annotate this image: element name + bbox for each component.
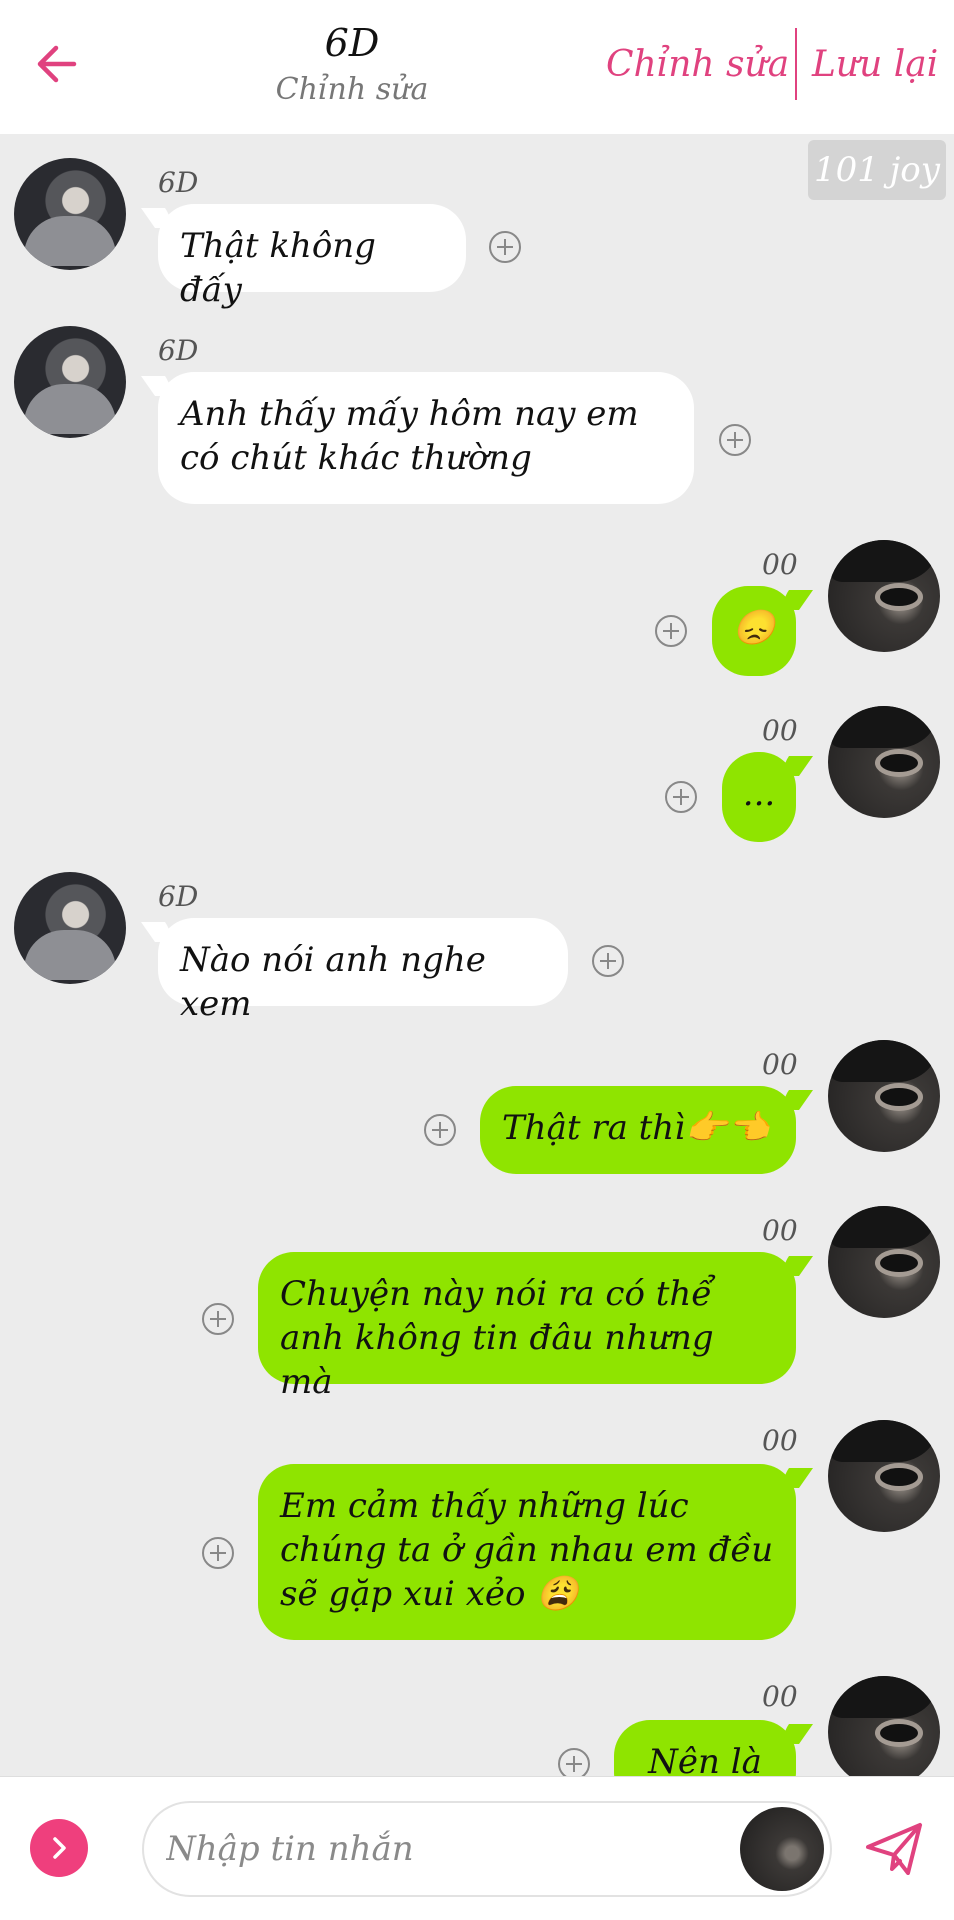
page-title: 6D [324,21,380,65]
message-bubble[interactable]: Thật không đấy [158,204,466,310]
save-button[interactable]: Lưu lại [812,40,938,90]
message-input[interactable] [166,1817,726,1881]
avatar[interactable] [828,1420,940,1532]
message-bubble[interactable]: Nào nói anh nghe xem [158,918,568,1024]
plus-circle-icon[interactable] [655,615,687,647]
sender-name: 00 [762,714,798,747]
avatar[interactable] [14,326,126,438]
message-bubble[interactable]: Em cảm thấy những lúc chúng ta ở gần nha… [258,1464,796,1640]
avatar[interactable] [828,540,940,652]
message-input-box[interactable] [142,1801,832,1897]
avatar[interactable] [740,1807,824,1891]
plus-circle-icon[interactable] [489,231,521,263]
message-bubble[interactable]: Anh thấy mấy hôm nay em có chút khác thư… [158,372,694,504]
plus-circle-icon[interactable] [719,424,751,456]
paper-plane-icon [866,1823,922,1875]
send-button[interactable] [862,1817,926,1881]
composer-bar [0,1776,954,1920]
header-divider [795,28,797,100]
sender-name: 6D [158,334,199,367]
back-button[interactable] [30,38,82,90]
chat-area[interactable]: 101 joy 6D Thật không đấy 6D Anh thấy mấ… [0,134,954,1776]
message-bubble[interactable]: ... [722,752,796,842]
avatar[interactable] [14,158,126,270]
plus-circle-icon[interactable] [202,1303,234,1335]
avatar[interactable] [14,872,126,984]
edit-button[interactable]: Chỉnh sửa [606,40,789,90]
sender-name: 00 [762,548,798,581]
message-bubble[interactable]: Chuyện này nói ra có thể anh không tin đ… [258,1252,796,1402]
message-bubble[interactable]: 😞 [712,586,796,676]
plus-circle-icon[interactable] [558,1748,590,1776]
arrow-left-icon [37,45,77,83]
expand-button[interactable] [30,1819,88,1877]
sender-name: 00 [762,1680,798,1713]
sender-name: 6D [158,880,199,913]
watermark: 101 joy [808,140,946,200]
avatar[interactable] [828,706,940,818]
title-block: 6D Chỉnh sửa [240,18,464,110]
avatar[interactable] [828,1040,940,1152]
avatar[interactable] [828,1206,940,1318]
chat-header: 6D Chỉnh sửa Chỉnh sửa Lưu lại [0,0,954,134]
message-bubble[interactable]: Thật ra thì👉👈 [480,1086,796,1174]
avatar[interactable] [828,1676,940,1776]
chevron-right-icon [53,1837,66,1859]
sender-name: 00 [762,1214,798,1247]
plus-circle-icon[interactable] [665,781,697,813]
plus-circle-icon[interactable] [592,945,624,977]
plus-circle-icon[interactable] [424,1114,456,1146]
sender-name: 00 [762,1048,798,1081]
page-subtitle: Chỉnh sửa [275,72,429,107]
plus-circle-icon[interactable] [202,1537,234,1569]
sender-name: 6D [158,166,199,199]
message-bubble[interactable]: Nên là [614,1720,796,1776]
sender-name: 00 [762,1424,798,1457]
